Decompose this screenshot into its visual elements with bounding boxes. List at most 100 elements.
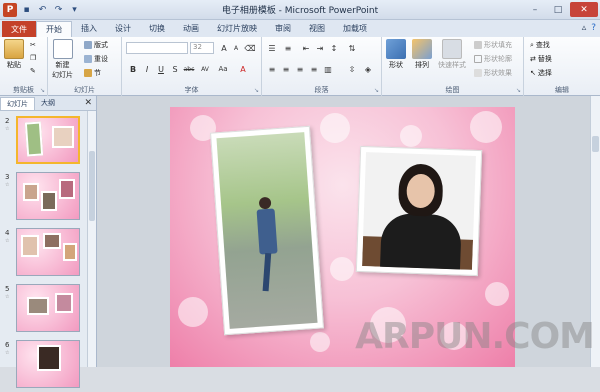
minimize-button[interactable]: – — [524, 2, 546, 17]
replace-button[interactable]: ⇄ 替换 — [530, 54, 552, 64]
quick-access-toolbar: P ▪ ↶ ↷ ▾ — [0, 2, 81, 17]
align-text-icon[interactable]: ⇳ — [346, 63, 358, 75]
new-slide-button[interactable]: 新建 幻灯片 — [52, 39, 73, 80]
char-spacing-button[interactable]: AV — [199, 63, 211, 75]
help-icon[interactable]: ? — [591, 23, 596, 33]
strikethrough-button[interactable]: abc — [183, 63, 195, 75]
shadow-button[interactable]: S — [169, 63, 181, 75]
reset-button[interactable]: 重设 — [84, 54, 108, 64]
cut-icon[interactable]: ✂ — [30, 41, 36, 49]
shape-outline-button[interactable]: 形状轮廓 — [474, 54, 512, 64]
bold-button[interactable]: B — [127, 63, 139, 75]
tab-transitions[interactable]: 切换 — [140, 21, 174, 37]
slide-thumbnail-2[interactable]: 2 ☆ — [0, 116, 86, 168]
bokeh-decoration — [485, 282, 509, 306]
font-size-combo[interactable]: 32 — [190, 42, 214, 54]
close-button[interactable]: ✕ — [570, 2, 598, 17]
slide-number: 3 — [5, 173, 10, 181]
slides-group: 新建 幻灯片 版式 重设 节 幻灯片 — [48, 37, 122, 96]
copy-icon[interactable]: ❐ — [30, 54, 36, 62]
tab-addins[interactable]: 加载项 — [334, 21, 376, 37]
panel-scroll-thumb[interactable] — [89, 151, 95, 221]
decrease-indent-icon[interactable]: ⇤ — [300, 42, 312, 54]
powerpoint-app-icon[interactable]: P — [3, 2, 17, 17]
columns-icon[interactable]: ▥ — [322, 63, 334, 75]
photo-frame-left[interactable] — [210, 125, 324, 336]
watermark-text: ARPUN.COM — [355, 316, 595, 357]
smartart-icon[interactable]: ◈ — [362, 63, 374, 75]
find-icon: ⌕ — [530, 40, 534, 49]
text-direction-icon[interactable]: ⇅ — [346, 42, 358, 54]
slides-panel: 幻灯片 大纲 ✕ 2 ☆ 3 ☆ 4 ☆ 5 ☆ 6 ☆ — [0, 96, 97, 388]
shape-fill-button[interactable]: 形状填充 — [474, 40, 512, 50]
justify-icon[interactable]: ≡ — [308, 63, 320, 75]
format-painter-icon[interactable]: ✎ — [30, 67, 36, 75]
numbering-icon[interactable]: ≡ — [282, 42, 294, 54]
underline-button[interactable]: U — [155, 63, 167, 75]
paste-button[interactable]: 粘贴 — [4, 39, 24, 70]
tab-home[interactable]: 开始 — [36, 21, 72, 37]
font-name-combo[interactable] — [126, 42, 188, 54]
tab-file[interactable]: 文件 — [2, 21, 36, 37]
align-left-icon[interactable]: ≡ — [266, 63, 278, 75]
undo-icon[interactable]: ↶ — [36, 3, 49, 16]
tab-design[interactable]: 设计 — [106, 21, 140, 37]
font-color-button[interactable]: A — [237, 63, 249, 75]
slide-thumbnail-5[interactable]: 5 ☆ — [0, 284, 86, 336]
shape-button[interactable]: 形状 — [386, 39, 406, 70]
tab-review[interactable]: 审阅 — [266, 21, 300, 37]
photo-girl-portrait — [362, 152, 476, 270]
layout-button[interactable]: 版式 — [84, 40, 108, 50]
tab-slides[interactable]: 幻灯片 — [0, 96, 35, 110]
minimize-ribbon-icon[interactable]: ▵ — [582, 23, 587, 33]
section-button[interactable]: 节 — [84, 68, 101, 78]
bullets-icon[interactable]: ☰ — [266, 42, 278, 54]
slide-transition-icon: ☆ — [5, 182, 10, 188]
font-launcher-icon[interactable]: ↘ — [254, 87, 259, 94]
tab-outline[interactable]: 大纲 — [35, 97, 61, 109]
select-icon: ↖ — [530, 69, 536, 77]
tab-view[interactable]: 视图 — [300, 21, 334, 37]
paragraph-launcher-icon[interactable]: ↘ — [374, 87, 379, 94]
arrange-button[interactable]: 排列 — [412, 39, 432, 70]
slide-thumbnail-3[interactable]: 3 ☆ — [0, 172, 86, 224]
photo-girl-kicking — [216, 132, 318, 329]
quick-styles-button[interactable]: 快速样式 — [438, 39, 466, 70]
new-slide-icon — [52, 39, 73, 59]
redo-icon[interactable]: ↷ — [52, 3, 65, 16]
section-icon — [84, 69, 92, 77]
align-right-icon[interactable]: ≡ — [294, 63, 306, 75]
maximize-button[interactable]: □ — [547, 2, 569, 17]
panel-close-icon[interactable]: ✕ — [84, 98, 92, 108]
save-icon[interactable]: ▪ — [20, 3, 33, 16]
editing-group: ⌕ 查找 ⇄ 替换 ↖ 选择 编辑 — [524, 37, 600, 96]
slide-preview — [16, 116, 80, 164]
find-button[interactable]: ⌕ 查找 — [530, 40, 550, 50]
slide-preview — [16, 284, 80, 332]
shape-effects-button[interactable]: 形状效果 — [474, 68, 512, 78]
canvas-scroll-thumb[interactable] — [592, 136, 599, 152]
tab-insert[interactable]: 插入 — [72, 21, 106, 37]
align-center-icon[interactable]: ≡ — [280, 63, 292, 75]
shrink-font-icon[interactable]: A — [230, 42, 242, 54]
bokeh-decoration — [470, 111, 502, 143]
tab-slideshow[interactable]: 幻灯片放映 — [208, 21, 266, 37]
photo-frame-right[interactable] — [355, 145, 483, 277]
customize-icon[interactable]: ▾ — [68, 3, 81, 16]
panel-scrollbar[interactable] — [87, 111, 96, 367]
drawing-launcher-icon[interactable]: ↘ — [516, 87, 521, 94]
clear-format-icon[interactable]: ⌫ — [244, 42, 256, 54]
clipboard-launcher-icon[interactable]: ↘ — [40, 87, 45, 94]
slide-thumbnail-4[interactable]: 4 ☆ — [0, 228, 86, 280]
slide-transition-icon: ☆ — [5, 294, 10, 300]
clipboard-group: 粘贴 ✂ ❐ ✎ 剪贴板 ↘ — [0, 37, 48, 96]
change-case-button[interactable]: Aa — [217, 63, 229, 75]
line-spacing-icon[interactable]: ↕ — [328, 42, 340, 54]
increase-indent-icon[interactable]: ⇥ — [314, 42, 326, 54]
grow-font-icon[interactable]: A — [218, 42, 230, 54]
select-button[interactable]: ↖ 选择 — [530, 68, 552, 78]
slide-thumbnail-6[interactable]: 6 ☆ — [0, 340, 86, 392]
tab-animations[interactable]: 动画 — [174, 21, 208, 37]
shapes-icon — [386, 39, 406, 59]
italic-button[interactable]: I — [141, 63, 153, 75]
